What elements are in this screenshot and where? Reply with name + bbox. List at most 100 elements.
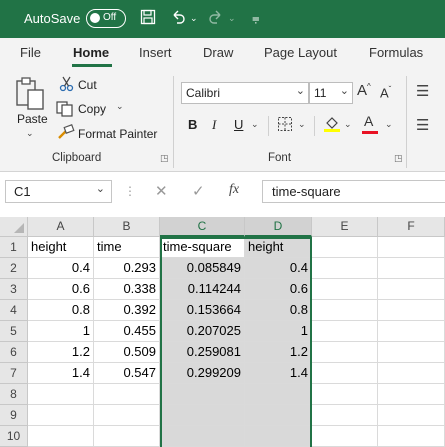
select-all-corner[interactable] bbox=[0, 217, 28, 237]
redo-icon[interactable] bbox=[208, 9, 224, 29]
underline-button[interactable]: U bbox=[234, 117, 243, 132]
cancel-icon[interactable]: ✕ bbox=[155, 182, 168, 200]
row-header[interactable]: 4 bbox=[0, 300, 28, 321]
cell[interactable] bbox=[160, 405, 245, 426]
data-cell[interactable]: 0.4 bbox=[245, 258, 312, 279]
cut-icon[interactable] bbox=[59, 76, 75, 95]
chevron-down-icon[interactable]: ⌄ bbox=[96, 182, 105, 195]
chevron-down-icon[interactable]: ⌄ bbox=[296, 84, 305, 97]
cell[interactable] bbox=[94, 426, 160, 447]
data-cell[interactable]: 0.455 bbox=[94, 321, 160, 342]
cell[interactable] bbox=[378, 300, 445, 321]
autosave-toggle[interactable]: Off bbox=[86, 9, 126, 28]
cell[interactable] bbox=[312, 258, 378, 279]
column-header-d[interactable]: D bbox=[245, 217, 312, 237]
format-painter-icon[interactable] bbox=[57, 124, 75, 143]
data-cell[interactable]: 0.259081 bbox=[160, 342, 245, 363]
data-cell[interactable]: 0.8 bbox=[245, 300, 312, 321]
font-launcher-icon[interactable]: ◳ bbox=[394, 153, 403, 164]
chevron-down-icon[interactable]: ⌄ bbox=[340, 84, 349, 97]
cell[interactable] bbox=[378, 279, 445, 300]
data-cell[interactable]: 1.4 bbox=[245, 363, 312, 384]
cell[interactable] bbox=[94, 384, 160, 405]
data-cell[interactable]: 1 bbox=[28, 321, 94, 342]
cell[interactable] bbox=[245, 405, 312, 426]
cell[interactable] bbox=[378, 258, 445, 279]
column-header-c[interactable]: C bbox=[160, 217, 245, 237]
data-cell[interactable]: 1 bbox=[245, 321, 312, 342]
data-cell[interactable]: 1.2 bbox=[245, 342, 312, 363]
tab-home[interactable]: Home bbox=[73, 45, 109, 60]
data-cell[interactable]: 0.293 bbox=[94, 258, 160, 279]
data-cell[interactable]: 0.114244 bbox=[160, 279, 245, 300]
row-header[interactable]: 7 bbox=[0, 363, 28, 384]
cell[interactable] bbox=[378, 426, 445, 447]
cell[interactable] bbox=[378, 405, 445, 426]
save-icon[interactable] bbox=[140, 9, 156, 29]
copy-icon[interactable] bbox=[56, 101, 74, 120]
data-cell[interactable]: 0.8 bbox=[28, 300, 94, 321]
copy-dropdown-icon[interactable]: ⌄ bbox=[116, 101, 124, 112]
italic-button[interactable]: I bbox=[212, 117, 216, 133]
clipboard-launcher-icon[interactable]: ◳ bbox=[160, 153, 169, 164]
cell[interactable] bbox=[312, 300, 378, 321]
tab-insert[interactable]: Insert bbox=[139, 45, 172, 60]
row-header[interactable]: 6 bbox=[0, 342, 28, 363]
data-cell[interactable]: 0.299209 bbox=[160, 363, 245, 384]
active-cell[interactable]: time-square bbox=[160, 237, 245, 258]
font-size-combo[interactable]: 11 ⌄ bbox=[309, 82, 353, 104]
cell[interactable] bbox=[312, 384, 378, 405]
row-header[interactable]: 10 bbox=[0, 426, 28, 447]
enter-icon[interactable]: ✓ bbox=[192, 182, 205, 200]
cell[interactable] bbox=[378, 342, 445, 363]
cell[interactable] bbox=[312, 405, 378, 426]
cell[interactable] bbox=[312, 363, 378, 384]
tab-page-layout[interactable]: Page Layout bbox=[264, 45, 337, 60]
align-top-icon[interactable]: ☰ bbox=[416, 82, 429, 100]
copy-label[interactable]: Copy bbox=[78, 102, 106, 116]
undo-dropdown-icon[interactable]: ⌄ bbox=[190, 13, 198, 24]
data-cell[interactable]: 0.153664 bbox=[160, 300, 245, 321]
data-cell[interactable]: 0.392 bbox=[94, 300, 160, 321]
column-header-a[interactable]: A bbox=[28, 217, 94, 237]
bold-button[interactable]: B bbox=[188, 117, 197, 132]
borders-dropdown-icon[interactable]: ⌄ bbox=[298, 119, 306, 130]
column-header-f[interactable]: F bbox=[378, 217, 445, 237]
more-options-icon[interactable]: ⋮ bbox=[124, 184, 136, 198]
tab-draw[interactable]: Draw bbox=[203, 45, 233, 60]
tab-file[interactable]: File bbox=[20, 45, 41, 60]
borders-icon[interactable] bbox=[277, 116, 293, 135]
header-cell[interactable]: time bbox=[94, 237, 160, 258]
cell[interactable] bbox=[312, 342, 378, 363]
paste-dropdown-icon[interactable]: ⌄ bbox=[26, 128, 34, 139]
cell[interactable] bbox=[94, 405, 160, 426]
column-header-e[interactable]: E bbox=[312, 217, 378, 237]
data-cell[interactable]: 0.547 bbox=[94, 363, 160, 384]
header-cell[interactable]: height bbox=[245, 237, 312, 258]
cell[interactable] bbox=[312, 279, 378, 300]
insert-function-button[interactable]: fx bbox=[229, 182, 239, 198]
tab-formulas[interactable]: Formulas bbox=[369, 45, 423, 60]
underline-dropdown-icon[interactable]: ⌄ bbox=[251, 119, 259, 130]
row-header[interactable]: 8 bbox=[0, 384, 28, 405]
cell[interactable] bbox=[28, 426, 94, 447]
cell[interactable] bbox=[28, 384, 94, 405]
cell[interactable] bbox=[378, 237, 445, 258]
cell[interactable] bbox=[245, 426, 312, 447]
data-cell[interactable]: 0.4 bbox=[28, 258, 94, 279]
cell[interactable] bbox=[160, 384, 245, 405]
data-cell[interactable]: 0.207025 bbox=[160, 321, 245, 342]
undo-icon[interactable] bbox=[170, 9, 186, 29]
data-cell[interactable]: 1.4 bbox=[28, 363, 94, 384]
row-header[interactable]: 2 bbox=[0, 258, 28, 279]
cell[interactable] bbox=[312, 237, 378, 258]
cut-label[interactable]: Cut bbox=[78, 78, 97, 92]
cell[interactable] bbox=[378, 363, 445, 384]
customize-toolbar-icon[interactable]: ⩦ bbox=[252, 10, 260, 26]
paste-label[interactable]: Paste bbox=[17, 112, 48, 126]
cell[interactable] bbox=[245, 384, 312, 405]
data-cell[interactable]: 0.509 bbox=[94, 342, 160, 363]
data-cell[interactable]: 0.6 bbox=[245, 279, 312, 300]
cell[interactable] bbox=[312, 321, 378, 342]
data-cell[interactable]: 0.338 bbox=[94, 279, 160, 300]
